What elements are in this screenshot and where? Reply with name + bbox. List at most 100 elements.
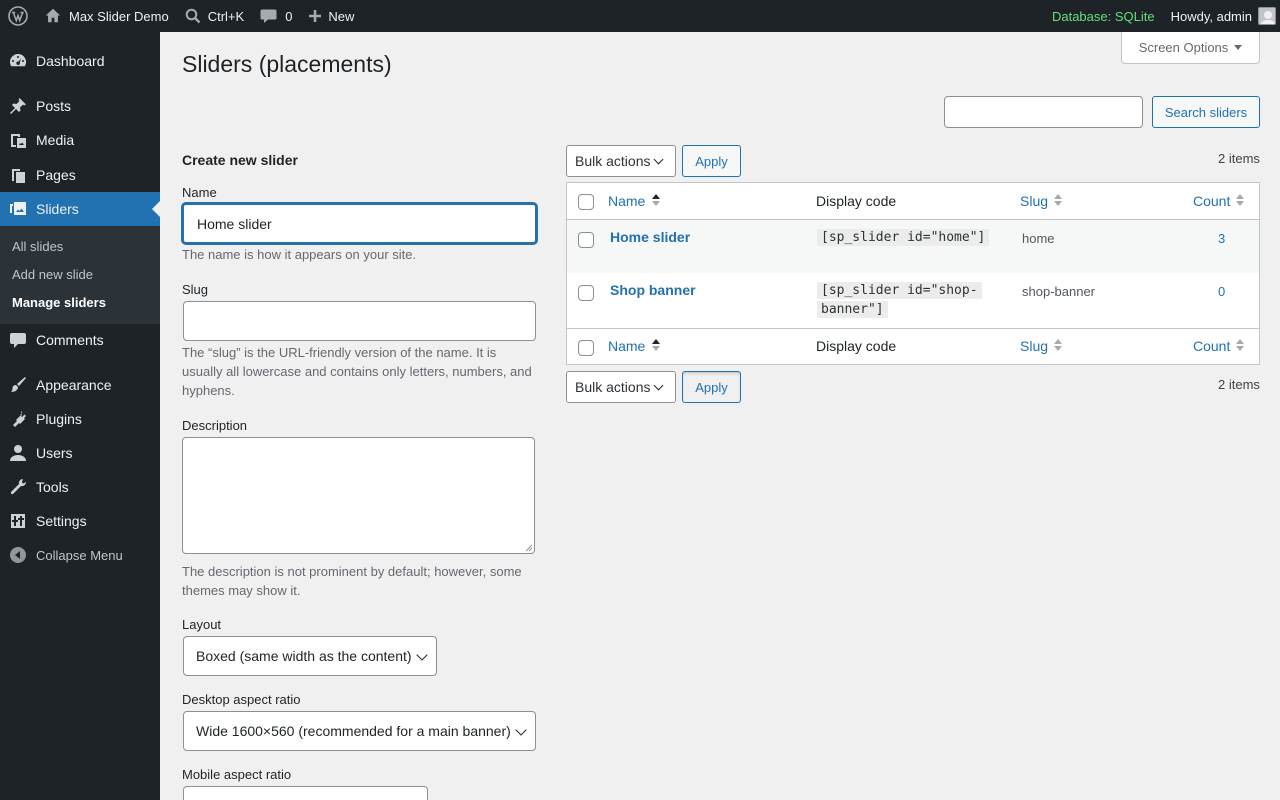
name-label: Name [182, 185, 217, 200]
row-checkbox[interactable] [578, 285, 594, 301]
menu-item-users[interactable]: Users [0, 436, 160, 470]
row-count-link[interactable]: 3 [1218, 231, 1225, 246]
column-slug-footer[interactable]: Slug [1020, 338, 1048, 354]
resize-handle-icon[interactable] [525, 544, 533, 552]
menu-label: Posts [36, 98, 72, 114]
select-all-checkbox-footer[interactable] [578, 340, 594, 356]
chevron-down-icon [515, 724, 527, 736]
description-textarea[interactable] [182, 437, 535, 554]
layout-select[interactable]: Boxed (same width as the content) [183, 636, 437, 676]
settings-icon [0, 511, 36, 531]
sort-arrows-icon [1054, 339, 1062, 351]
comment-icon [260, 8, 277, 24]
search-input[interactable] [944, 96, 1143, 128]
caret-down-icon [1234, 45, 1243, 50]
row-slug: shop-banner [1022, 284, 1095, 299]
row-title-link[interactable]: Home slider [610, 229, 690, 245]
submenu-manage-sliders[interactable]: Manage sliders [12, 295, 106, 310]
menu-item-tools[interactable]: Tools [0, 470, 160, 504]
menu-label: Dashboard [36, 53, 105, 69]
row-checkbox[interactable] [578, 232, 594, 248]
user-icon [0, 443, 36, 463]
home-icon [44, 7, 62, 25]
bulk-actions-label: Bulk actions [575, 379, 651, 395]
slug-help-line-2: usually all lowercase and contains only … [182, 364, 532, 379]
desktop-ratio-label: Desktop aspect ratio [182, 692, 301, 707]
comments-link[interactable]: 0 [252, 0, 300, 32]
name-field[interactable]: Home slider [182, 203, 537, 244]
sort-arrows-icon [1236, 339, 1244, 351]
column-name-footer[interactable]: Name [608, 338, 645, 354]
chevron-down-icon [653, 380, 664, 391]
desktop-ratio-select[interactable]: Wide 1600×560 (recommended for a main ba… [183, 711, 536, 751]
wrench-icon [0, 477, 36, 497]
row-slug: home [1022, 231, 1055, 246]
submenu-all-slides[interactable]: All slides [12, 239, 63, 254]
menu-item-posts[interactable]: Posts [0, 89, 160, 123]
submenu-add-new-slide[interactable]: Add new slide [12, 267, 93, 282]
menu-label: Pages [36, 167, 76, 183]
screen-options-label: Screen Options [1138, 40, 1229, 55]
column-count-footer[interactable]: Count [1193, 338, 1230, 354]
collapse-icon [0, 546, 36, 564]
menu-item-plugins[interactable]: Plugins [0, 402, 160, 436]
admin-bar: Max Slider Demo Ctrl+K 0 New Database: S… [0, 0, 1280, 32]
column-display-code-header: Display code [816, 193, 897, 209]
menu-label: Comments [36, 332, 104, 348]
media-icon [0, 130, 36, 150]
sort-arrows-icon [1236, 194, 1244, 206]
layout-select-value: Boxed (same width as the content) [196, 648, 412, 664]
slug-help-line-3: hyphens. [182, 383, 235, 398]
sort-arrows-icon [652, 339, 660, 351]
column-name-header[interactable]: Name [608, 193, 645, 209]
form-title: Create new slider [182, 152, 298, 168]
bulk-actions-select-top[interactable]: Bulk actions [566, 145, 676, 177]
comment-icon [0, 330, 36, 350]
chevron-down-icon [416, 649, 428, 661]
menu-item-comments[interactable]: Comments [0, 323, 160, 357]
menu-item-settings[interactable]: Settings [0, 504, 160, 538]
select-all-checkbox[interactable] [578, 194, 594, 210]
menu-label: Plugins [36, 411, 82, 427]
collapse-menu-button[interactable]: Collapse Menu [0, 538, 160, 572]
brush-icon [0, 375, 36, 395]
menu-label: Sliders [36, 201, 79, 217]
slug-label: Slug [182, 282, 209, 297]
search-sliders-button[interactable]: Search sliders [1152, 96, 1260, 128]
howdy-label: Howdy, admin [1170, 8, 1252, 24]
page-title: Sliders (placements) [182, 51, 392, 77]
pin-icon [0, 96, 36, 116]
name-field-value: Home slider [197, 216, 272, 232]
menu-item-sliders[interactable]: Sliders [0, 192, 160, 226]
sort-arrows-icon [652, 194, 660, 206]
column-count-header[interactable]: Count [1193, 193, 1230, 209]
table-row: Shop banner [sp_slider id="shop-banner"]… [567, 273, 1259, 328]
row-count-link[interactable]: 0 [1218, 284, 1225, 299]
menu-label: Appearance [36, 377, 112, 393]
menu-item-media[interactable]: Media [0, 123, 160, 157]
pages-icon [0, 165, 36, 185]
command-palette-link[interactable]: Ctrl+K [177, 0, 252, 32]
table-row: Home slider [sp_slider id="home"] home 3 [567, 220, 1259, 273]
my-account-link[interactable]: Howdy, admin [1163, 0, 1276, 32]
chevron-down-icon [653, 154, 664, 165]
menu-label: Settings [36, 513, 87, 529]
apply-button-bottom[interactable]: Apply [682, 371, 741, 403]
menu-item-appearance[interactable]: Appearance [0, 368, 160, 402]
menu-item-pages[interactable]: Pages [0, 158, 160, 192]
menu-label: Media [36, 132, 75, 148]
bulk-actions-label: Bulk actions [575, 153, 651, 169]
slug-field[interactable] [183, 301, 536, 341]
menu-item-dashboard[interactable]: Dashboard [0, 44, 160, 78]
wordpress-logo-icon[interactable] [0, 0, 36, 32]
apply-button-top[interactable]: Apply [682, 145, 741, 177]
mobile-ratio-select[interactable] [183, 786, 428, 800]
screen-options-button[interactable]: Screen Options [1121, 32, 1260, 64]
row-title-link[interactable]: Shop banner [610, 282, 696, 298]
bulk-actions-select-bottom[interactable]: Bulk actions [566, 371, 676, 403]
column-slug-header[interactable]: Slug [1020, 193, 1048, 209]
slides-icon [0, 199, 36, 219]
site-name-link[interactable]: Max Slider Demo [36, 0, 177, 32]
new-content-link[interactable]: New [300, 0, 362, 32]
slug-help-line-1: The “slug” is the URL-friendly version o… [182, 345, 497, 360]
